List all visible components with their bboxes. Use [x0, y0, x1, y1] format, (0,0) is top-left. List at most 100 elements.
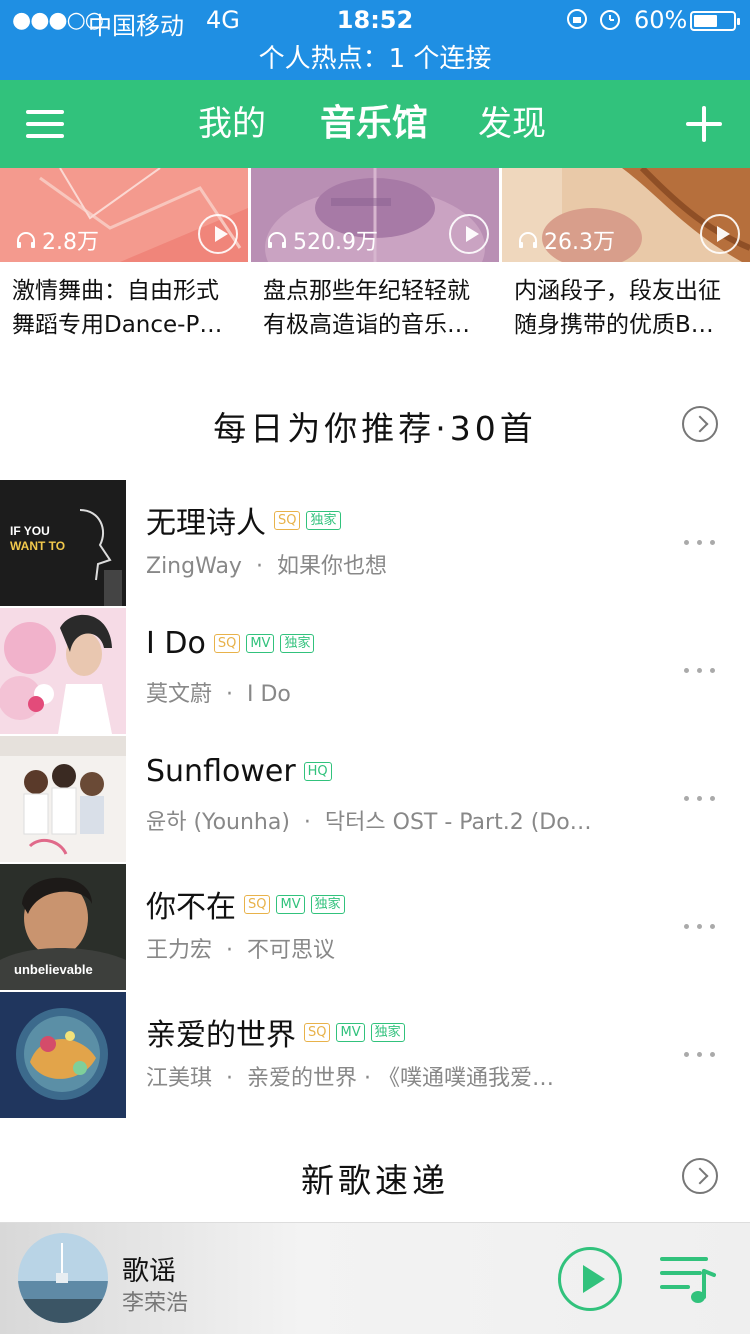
album-cover-art: [0, 736, 126, 862]
tab-discover[interactable]: 发现: [478, 80, 546, 168]
separator-dot: ·: [219, 682, 247, 707]
play-icon[interactable]: [449, 214, 489, 254]
more-dots-icon[interactable]: [684, 668, 720, 676]
album-cover: [0, 992, 126, 1118]
headphone-icon: [519, 232, 537, 248]
svg-text:unbelievable: unbelievable: [14, 962, 93, 977]
section-title: 每日为你推荐·30首: [213, 409, 537, 448]
playlist-title: 盘点那些年纪轻轻就有极高造诣的音乐…: [263, 278, 470, 338]
playlist-card[interactable]: 520.9万 盘点那些年纪轻轻就有极高造诣的音乐…: [251, 168, 499, 348]
mv-badge[interactable]: MV: [246, 634, 275, 653]
plus-icon[interactable]: [686, 106, 722, 142]
song-subtitle: 王力宏 · 不可思议: [146, 932, 606, 964]
play-icon[interactable]: [700, 214, 740, 254]
playlist-title: 激情舞曲：自由形式舞蹈专用Dance-P…: [12, 278, 223, 338]
song-subtitle: ZingWay · 如果你也想: [146, 548, 606, 580]
song-album: 닥터스 OST - Part.2 (Do…: [324, 810, 592, 835]
song-album: 不可思议: [247, 938, 336, 963]
svg-text:WANT TO: WANT TO: [10, 539, 65, 553]
playlist-row: 2.8万 激情舞曲：自由形式舞蹈专用Dance-P… 520.9万 盘点那些年纪…: [0, 168, 750, 348]
song-title-line: I Do SQ MV 独家: [146, 626, 320, 661]
mv-badge[interactable]: MV: [276, 894, 305, 914]
song-title: 你不在: [146, 890, 236, 925]
play-count: 520.9万: [267, 224, 378, 256]
separator-dot: ·: [219, 938, 247, 963]
song-artist: 王力宏: [146, 938, 213, 963]
song-subtitle: 江美琪 · 亲爱的世界 · 《噗通噗通我爱…: [146, 1060, 606, 1092]
playlist-card[interactable]: 2.8万 激情舞曲：自由形式舞蹈专用Dance-P…: [0, 168, 248, 348]
song-row[interactable]: I Do SQ MV 独家 莫文蔚 · I Do: [0, 608, 750, 736]
more-dots-icon[interactable]: [684, 1052, 720, 1060]
status-row: ●●●○○ 中国移动 4G 18:52 60%: [0, 0, 750, 40]
hq-badge: HQ: [303, 762, 332, 781]
song-row[interactable]: IF YOU WANT TO 无理诗人 SQ 独家 ZingWay · 如果你也…: [0, 480, 750, 608]
battery-percent: 60%: [634, 6, 688, 34]
song-title: I Do: [146, 626, 206, 661]
song-title-line: Sunflower HQ: [146, 754, 338, 789]
now-playing-artist: 李荣浩: [122, 1291, 189, 1316]
mini-player[interactable]: 歌谣 李荣浩: [0, 1222, 750, 1334]
song-subtitle: 윤하 (Younha) · 닥터스 OST - Part.2 (Do…: [146, 804, 606, 836]
song-title: 亲爱的世界: [146, 1018, 296, 1053]
song-title: Sunflower: [146, 754, 296, 789]
tab-mine[interactable]: 我的: [198, 80, 266, 168]
new-songs-header[interactable]: 新歌速递: [0, 1148, 750, 1208]
album-cover: [0, 608, 126, 734]
now-playing-cover-art: [18, 1233, 108, 1323]
song-title-line: 亲爱的世界 SQ MV 独家: [146, 1010, 411, 1054]
lock-rotation-alarm-icons: [566, 6, 626, 38]
exclusive-badge: 独家: [306, 510, 341, 530]
sq-badge: SQ: [274, 510, 301, 530]
separator-dot: ·: [219, 1066, 247, 1091]
play-count-label: 26.3万: [544, 230, 615, 255]
song-album: 如果你也想: [276, 554, 387, 579]
hotspot-banner[interactable]: 个人热点：1 个连接: [0, 40, 750, 80]
song-row[interactable]: unbelievable 你不在 SQ MV 独家 王力宏 · 不可思议: [0, 864, 750, 992]
song-album: 亲爱的世界 · 《噗通噗通我爱…: [247, 1066, 554, 1091]
more-dots-icon[interactable]: [684, 796, 720, 804]
album-cover: unbelievable: [0, 864, 126, 990]
album-cover-art: IF YOU WANT TO: [0, 480, 126, 606]
sq-badge: SQ: [213, 634, 241, 653]
more-dots-icon[interactable]: [684, 924, 720, 932]
battery-tip: [737, 18, 740, 25]
play-count-label: 520.9万: [293, 230, 378, 255]
play-button[interactable]: [558, 1247, 622, 1311]
status-bar: ●●●○○ 中国移动 4G 18:52 60% 个人热点：1 个连接: [0, 0, 750, 80]
play-count: 26.3万: [518, 224, 615, 256]
more-dots-icon[interactable]: [684, 540, 720, 548]
daily-recommend-header[interactable]: 每日为你推荐·30首: [0, 396, 750, 456]
now-playing-cover[interactable]: [18, 1233, 108, 1323]
chevron-right-icon[interactable]: [682, 406, 718, 442]
song-list: IF YOU WANT TO 无理诗人 SQ 独家 ZingWay · 如果你也…: [0, 480, 750, 1120]
album-cover: [0, 736, 126, 862]
play-icon[interactable]: [198, 214, 238, 254]
sq-badge: SQ: [244, 894, 271, 914]
chevron-right-icon[interactable]: [682, 1158, 718, 1194]
song-title-line: 你不在 SQ MV 独家: [146, 882, 351, 926]
headphone-icon: [268, 232, 286, 248]
song-title: 无理诗人: [146, 506, 266, 541]
song-artist: 莫文蔚: [146, 682, 213, 707]
headphone-icon: [17, 232, 35, 248]
album-cover: IF YOU WANT TO: [0, 480, 126, 606]
song-row[interactable]: Sunflower HQ 윤하 (Younha) · 닥터스 OST - Par…: [0, 736, 750, 864]
song-row[interactable]: 亲爱的世界 SQ MV 独家 江美琪 · 亲爱的世界 · 《噗通噗通我爱…: [0, 992, 750, 1120]
section-title: 新歌速递: [301, 1161, 449, 1200]
song-artist: 江美琪: [146, 1066, 213, 1091]
queue-music-icon[interactable]: [660, 1253, 716, 1307]
exclusive-badge: 独家: [370, 1022, 405, 1042]
play-count-label: 2.8万: [42, 230, 99, 255]
play-count: 2.8万: [16, 224, 99, 256]
tab-music-hall[interactable]: 音乐馆: [320, 80, 428, 168]
playlist-card[interactable]: 26.3万 内涵段子，段友出征随身携带的优质B…: [502, 168, 750, 348]
svg-text:IF YOU: IF YOU: [10, 524, 50, 538]
mv-badge[interactable]: MV: [336, 1022, 365, 1042]
song-artist: 윤하 (Younha): [146, 810, 290, 835]
status-icons: [567, 9, 620, 30]
top-nav-bar: 我的 音乐馆 发现: [0, 80, 750, 168]
separator-dot: ·: [296, 810, 325, 835]
song-title-line: 无理诗人 SQ 独家: [146, 498, 347, 542]
battery-fill: [694, 15, 717, 27]
menu-icon[interactable]: [26, 108, 64, 140]
